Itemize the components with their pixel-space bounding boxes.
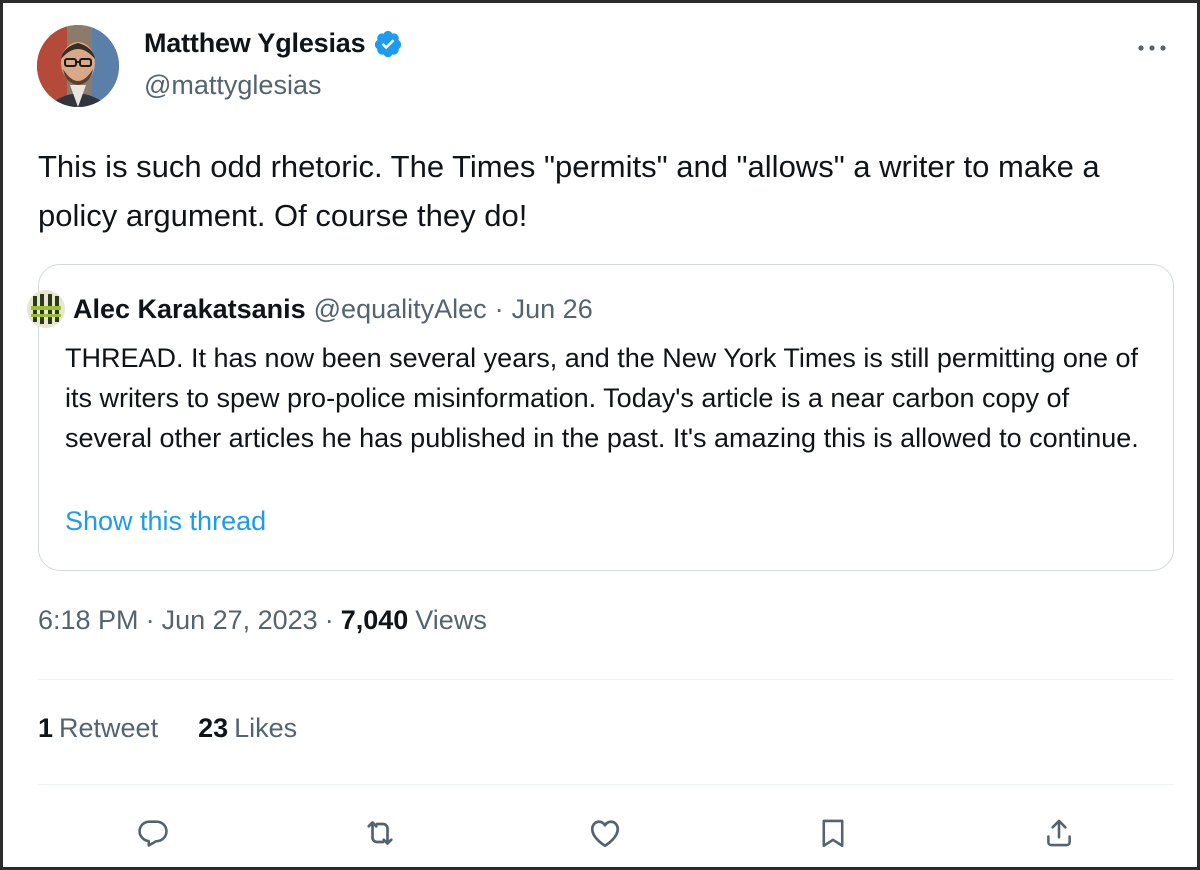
views-count: 7,040 <box>340 605 409 635</box>
bookmark-icon[interactable] <box>808 808 858 858</box>
tweet-meta: 6:18 PM · Jun 27, 2023 · 7,040 Views <box>38 605 487 636</box>
author-avatar[interactable] <box>37 25 119 107</box>
more-options-icon[interactable] <box>1134 30 1170 66</box>
likes-stat[interactable]: 23 Likes <box>198 713 297 744</box>
like-icon[interactable] <box>580 808 630 858</box>
tweet-time[interactable]: 6:18 PM <box>38 605 139 636</box>
tweet-date[interactable]: Jun 27, 2023 <box>162 605 318 636</box>
likes-count: 23 <box>198 713 229 743</box>
tweet-text: This is such odd rhetoric. The Times "pe… <box>38 149 1100 233</box>
quoted-tweet-text: THREAD. It has now been several years, a… <box>65 343 1139 453</box>
likes-label: Likes <box>234 713 298 743</box>
retweets-label: Retweet <box>59 713 159 743</box>
retweets-stat[interactable]: 1 Retweet <box>38 713 158 744</box>
retweets-count: 1 <box>38 713 54 743</box>
quoted-author-name[interactable]: Alec Karakatsanis <box>73 294 306 325</box>
author-handle[interactable]: @mattyglesias <box>144 70 321 101</box>
verified-badge-icon[interactable] <box>373 29 403 59</box>
separator-dot: · <box>145 605 155 635</box>
retweet-icon[interactable] <box>355 808 405 858</box>
engagement-stats: 1 Retweet 23 Likes <box>38 713 297 744</box>
author-display-name[interactable]: Matthew Yglesias <box>144 28 366 59</box>
quoted-author-avatar[interactable] <box>27 290 65 328</box>
views-label: Views <box>415 605 487 635</box>
quoted-author-handle[interactable]: @equalityAlec <box>314 294 487 325</box>
divider <box>38 784 1174 785</box>
show-thread-link[interactable]: Show this thread <box>65 506 266 537</box>
author-name-row: Matthew Yglesias <box>144 28 403 59</box>
reply-icon[interactable] <box>128 808 178 858</box>
share-icon[interactable] <box>1034 808 1084 858</box>
separator-dot: · <box>324 605 334 635</box>
quoted-tweet-header: Alec Karakatsanis @equalityAlec · Jun 26 <box>27 290 593 328</box>
action-bar <box>0 808 1200 858</box>
quoted-tweet-date[interactable]: Jun 26 <box>512 294 593 325</box>
divider <box>38 679 1174 680</box>
separator-dot: · <box>494 293 504 324</box>
